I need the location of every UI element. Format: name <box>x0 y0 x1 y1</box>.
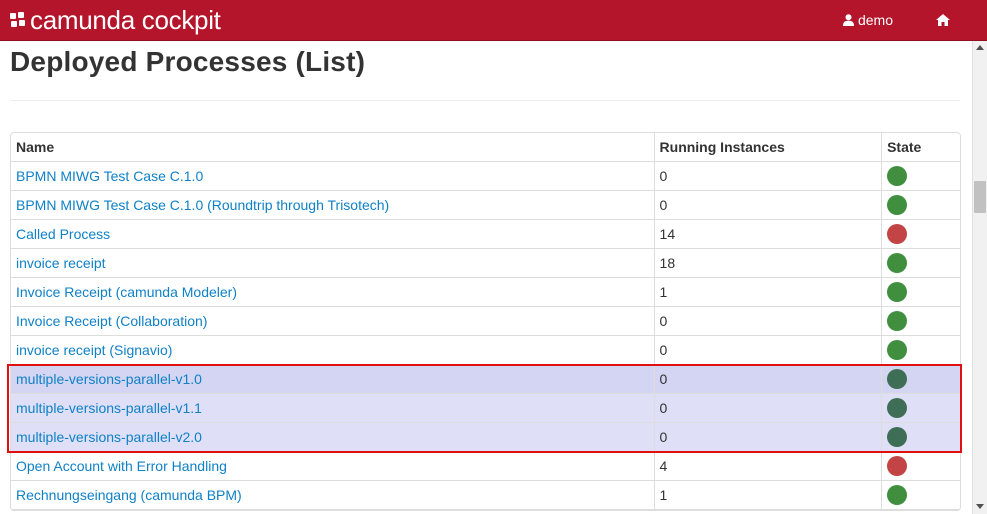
process-name-cell: multiple-versions-parallel-v1.0 <box>11 365 654 394</box>
table-row: invoice receipt 18 <box>11 249 960 278</box>
main-content: Deployed Processes (List) Name Running I… <box>0 41 972 514</box>
process-name-cell: BPMN MIWG Test Case C.1.0 (Roundtrip thr… <box>11 191 654 220</box>
table-row: multiple-versions-parallel-v2.0 0 <box>11 423 960 452</box>
home-button[interactable] <box>914 0 972 40</box>
table-row: multiple-versions-parallel-v1.1 0 <box>11 394 960 423</box>
process-definition-link[interactable]: BPMN MIWG Test Case C.1.0 (Roundtrip thr… <box>16 197 389 213</box>
table-row: Called Process 14 <box>11 220 960 249</box>
running-instances-cell: 0 <box>653 162 882 191</box>
page-title: Deployed Processes (List) <box>10 46 366 77</box>
title-divider <box>10 100 960 101</box>
state-cell <box>881 336 960 365</box>
user-menu[interactable]: demo <box>822 0 914 40</box>
process-name-cell: invoice receipt <box>11 249 654 278</box>
scroll-thumb[interactable] <box>974 181 986 213</box>
scroll-down-arrow-icon[interactable] <box>976 504 984 509</box>
process-definition-link[interactable]: Invoice Receipt (Collaboration) <box>16 313 207 329</box>
state-cell <box>881 278 960 307</box>
state-ok-indicator-icon <box>887 166 908 186</box>
state-ok-indicator-icon <box>887 311 908 331</box>
process-definition-link[interactable]: Invoice Receipt (camunda Modeler) <box>16 284 237 300</box>
scroll-up-arrow-icon[interactable] <box>976 45 984 50</box>
brand-link[interactable]: camunda cockpit <box>10 5 221 35</box>
table-body: BPMN MIWG Test Case C.1.0 0 BPMN MIWG Test… <box>11 162 960 510</box>
user-icon <box>842 14 854 26</box>
table-row: Invoice Receipt (camunda Modeler) 1 <box>11 278 960 307</box>
table-row: BPMN MIWG Test Case C.1.0 0 <box>11 162 960 191</box>
state-cell <box>881 191 960 220</box>
state-ok-indicator-icon <box>887 253 908 273</box>
running-instances-cell: 0 <box>653 365 882 394</box>
running-instances-cell: 0 <box>653 191 882 220</box>
state-ok-indicator-icon <box>887 282 908 302</box>
state-error-indicator-icon <box>887 456 908 476</box>
process-definition-link[interactable]: Called Process <box>16 226 110 242</box>
brand-title: camunda cockpit <box>30 5 221 35</box>
running-instances-cell: 0 <box>653 307 882 336</box>
process-definition-link[interactable]: multiple-versions-parallel-v2.0 <box>16 429 202 445</box>
state-cell <box>881 394 960 423</box>
table-row: invoice receipt (Signavio) 0 <box>11 336 960 365</box>
running-instances-cell: 1 <box>653 278 882 307</box>
state-ok-indicator-icon <box>887 195 908 215</box>
process-definition-link[interactable]: invoice receipt <box>16 255 106 271</box>
running-instances-cell: 14 <box>653 220 882 249</box>
state-cell <box>881 481 960 510</box>
running-instances-cell: 0 <box>653 423 882 452</box>
table-row: Invoice Receipt (Collaboration) 0 <box>11 307 960 336</box>
vertical-scrollbar[interactable] <box>972 41 987 514</box>
process-definitions-table: Name Running Instances State BPMN MIWG T… <box>10 132 961 511</box>
state-ok-indicator-icon <box>887 427 908 447</box>
process-definition-link[interactable]: BPMN MIWG Test Case C.1.0 <box>16 168 203 184</box>
state-ok-indicator-icon <box>887 369 908 389</box>
column-header-running-instances[interactable]: Running Instances <box>653 133 882 162</box>
state-ok-indicator-icon <box>887 398 908 418</box>
state-error-indicator-icon <box>887 224 908 244</box>
table-row: multiple-versions-parallel-v1.0 0 <box>11 365 960 394</box>
state-cell <box>881 423 960 452</box>
process-name-cell: Called Process <box>11 220 654 249</box>
table-row: Rechnungseingang (camunda BPM) 1 <box>11 481 960 510</box>
home-icon <box>936 14 950 26</box>
state-ok-indicator-icon <box>887 485 908 505</box>
process-name-cell: Invoice Receipt (camunda Modeler) <box>11 278 654 307</box>
state-ok-indicator-icon <box>887 340 908 360</box>
running-instances-cell: 18 <box>653 249 882 278</box>
process-definition-link[interactable]: multiple-versions-parallel-v1.1 <box>16 400 202 416</box>
running-instances-cell: 0 <box>653 394 882 423</box>
process-definition-link[interactable]: invoice receipt (Signavio) <box>16 342 172 358</box>
top-navbar: camunda cockpit demo <box>0 0 987 41</box>
table-header-row: Name Running Instances State <box>11 133 960 162</box>
state-cell <box>881 365 960 394</box>
process-name-cell: BPMN MIWG Test Case C.1.0 <box>11 162 654 191</box>
running-instances-cell: 0 <box>653 336 882 365</box>
state-cell <box>881 220 960 249</box>
state-cell <box>881 249 960 278</box>
process-name-cell: Open Account with Error Handling <box>11 452 654 481</box>
camunda-logo-icon <box>10 12 26 28</box>
process-definition-link[interactable]: Open Account with Error Handling <box>16 458 227 474</box>
process-definition-link[interactable]: multiple-versions-parallel-v1.0 <box>16 371 202 387</box>
process-definition-link[interactable]: Rechnungseingang (camunda BPM) <box>16 487 242 503</box>
process-name-cell: Invoice Receipt (Collaboration) <box>11 307 654 336</box>
running-instances-cell: 4 <box>653 452 882 481</box>
table-row: BPMN MIWG Test Case C.1.0 (Roundtrip thr… <box>11 191 960 220</box>
state-cell <box>881 162 960 191</box>
state-cell <box>881 307 960 336</box>
process-name-cell: Rechnungseingang (camunda BPM) <box>11 481 654 510</box>
column-header-name[interactable]: Name <box>11 133 654 162</box>
process-name-cell: multiple-versions-parallel-v2.0 <box>11 423 654 452</box>
process-name-cell: multiple-versions-parallel-v1.1 <box>11 394 654 423</box>
table-row: Open Account with Error Handling 4 <box>11 452 960 481</box>
state-cell <box>881 452 960 481</box>
user-name: demo <box>857 12 894 28</box>
process-name-cell: invoice receipt (Signavio) <box>11 336 654 365</box>
running-instances-cell: 1 <box>653 481 882 510</box>
column-header-state[interactable]: State <box>881 133 960 162</box>
